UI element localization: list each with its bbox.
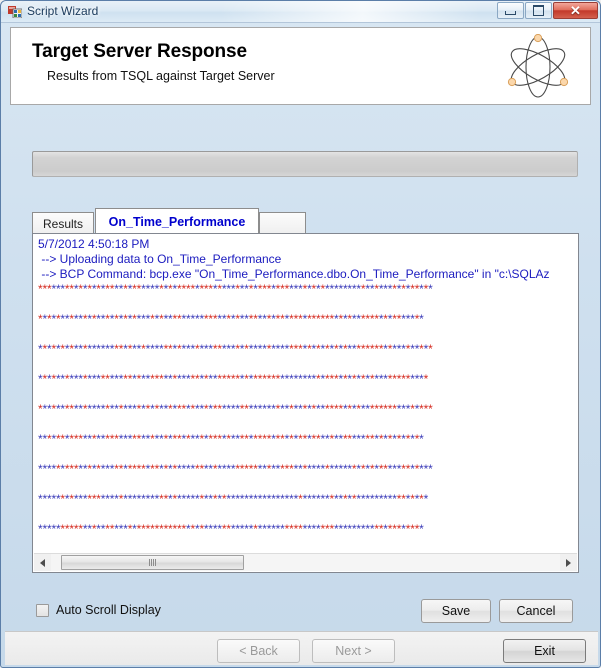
log-line: 5/7/2012 4:50:18 PM [38,237,150,251]
log-line: ****************************************… [38,432,424,446]
log-line: ****************************************… [38,492,429,506]
log-line: --> Uploading data to On_Time_Performanc… [38,252,282,266]
window-buttons: ✕ [497,2,598,19]
maximize-button[interactable] [525,2,552,19]
atom-logo [507,34,569,98]
scroll-left-icon[interactable] [34,554,51,571]
checkbox-box[interactable] [36,603,49,617]
log-line: ****************************************… [38,372,429,386]
log-line: ****************************************… [38,402,433,416]
log-line: --> BCP Command: bcp.exe "On_Time_Perfor… [38,267,550,281]
log-line: ****************************************… [38,312,424,326]
scrollbar-grip [149,559,156,566]
window-client-area: Target Server Response Results from TSQL… [5,23,598,665]
minimize-button[interactable] [497,2,524,19]
window-title-bar[interactable]: Script Wizard ✕ [1,1,600,23]
tab-strip: Results On_Time_Performance [32,208,579,234]
close-button[interactable]: ✕ [553,2,598,19]
back-button[interactable]: < Back [217,639,300,663]
exit-button[interactable]: Exit [503,639,586,663]
script-wizard-window: Script Wizard ✕ Target Server Response R… [0,0,601,668]
log-line: ****************************************… [38,522,424,536]
auto-scroll-display-checkbox[interactable]: Auto Scroll Display [36,603,161,617]
log-line: ****************************************… [38,342,433,356]
horizontal-scrollbar[interactable] [34,553,577,571]
tab-on-time-performance[interactable]: On_Time_Performance [95,208,259,234]
minimize-icon [505,10,516,15]
log-line: ****************************************… [38,282,433,296]
cancel-button[interactable]: Cancel [499,599,573,623]
log-output-panel[interactable]: 5/7/2012 4:50:18 PM --> Uploading data t… [32,233,579,573]
maximize-icon [533,5,544,16]
scrollbar-track[interactable] [51,554,560,571]
log-text-content: 5/7/2012 4:50:18 PM --> Uploading data t… [38,237,576,552]
window-title: Script Wizard [27,4,99,18]
status-progress-bar [32,151,578,177]
application-form-icon [8,6,22,18]
header-panel: Target Server Response Results from TSQL… [10,27,591,105]
save-button[interactable]: Save [421,599,491,623]
page-title: Target Server Response [32,41,247,62]
close-icon: ✕ [570,3,581,18]
tab-overflow[interactable] [259,212,306,234]
page-subtitle: Results from TSQL against Target Server [47,69,275,83]
scrollbar-thumb[interactable] [61,555,244,570]
scroll-right-icon[interactable] [560,554,577,571]
log-line: ****************************************… [38,462,433,476]
next-button[interactable]: Next > [312,639,395,663]
tab-results[interactable]: Results [32,212,94,234]
auto-scroll-display-label: Auto Scroll Display [56,603,161,617]
